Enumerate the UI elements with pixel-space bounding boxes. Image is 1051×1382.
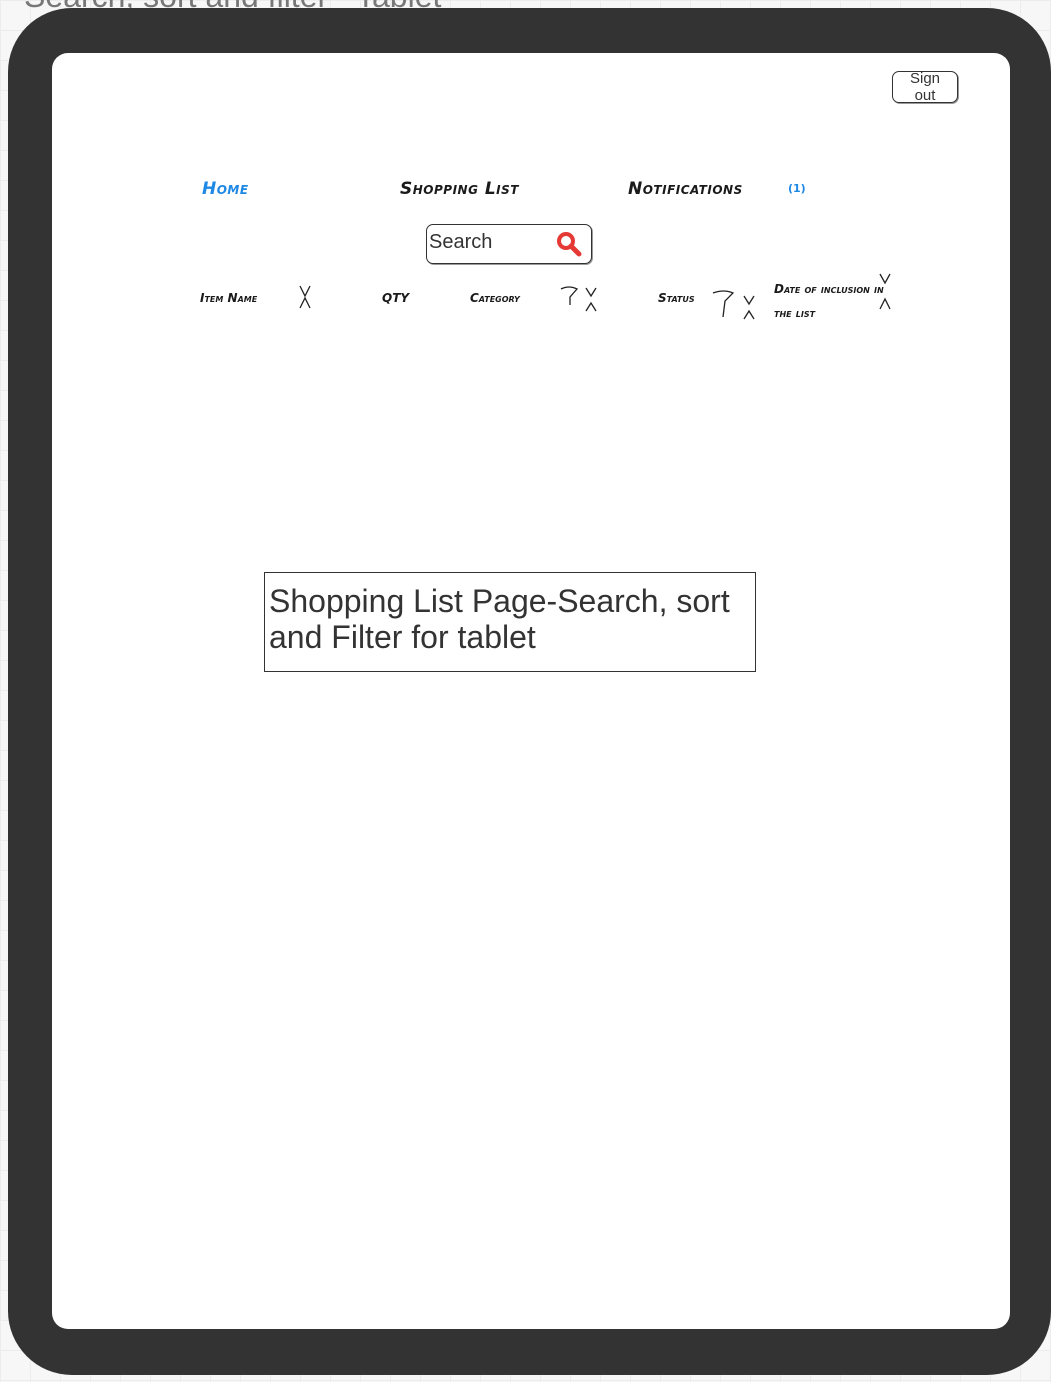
tablet-frame: Sign out Home Shopping List Notification… (8, 8, 1051, 1375)
filter-icon[interactable] (558, 285, 580, 315)
search-box[interactable] (426, 224, 592, 264)
wireframe-caption-box: Shopping List Page-Search, sort and Filt… (264, 572, 756, 672)
sort-icon[interactable] (298, 283, 312, 311)
notifications-count-badge[interactable]: (1) (788, 182, 806, 195)
column-header-status: Status (658, 291, 695, 305)
filter-icon[interactable] (712, 289, 734, 319)
search-icon[interactable] (555, 230, 583, 258)
column-header-date-of-inclusion: Date of inclusion in the list (774, 282, 884, 320)
sign-out-button[interactable]: Sign out (892, 70, 958, 104)
column-header-qty: QTY (382, 291, 410, 305)
sort-icon[interactable] (742, 293, 756, 321)
sort-icon[interactable] (878, 271, 892, 313)
tablet-screen: Sign out Home Shopping List Notification… (52, 53, 1010, 1329)
nav-notifications[interactable]: Notifications (628, 179, 743, 199)
nav-shopping-list[interactable]: Shopping List (400, 179, 519, 199)
nav-home[interactable]: Home (202, 179, 249, 199)
sort-icon[interactable] (584, 285, 598, 313)
column-header-item-name: Item Name (200, 291, 258, 305)
column-header-category: Category (470, 291, 520, 305)
search-input[interactable] (429, 231, 549, 254)
